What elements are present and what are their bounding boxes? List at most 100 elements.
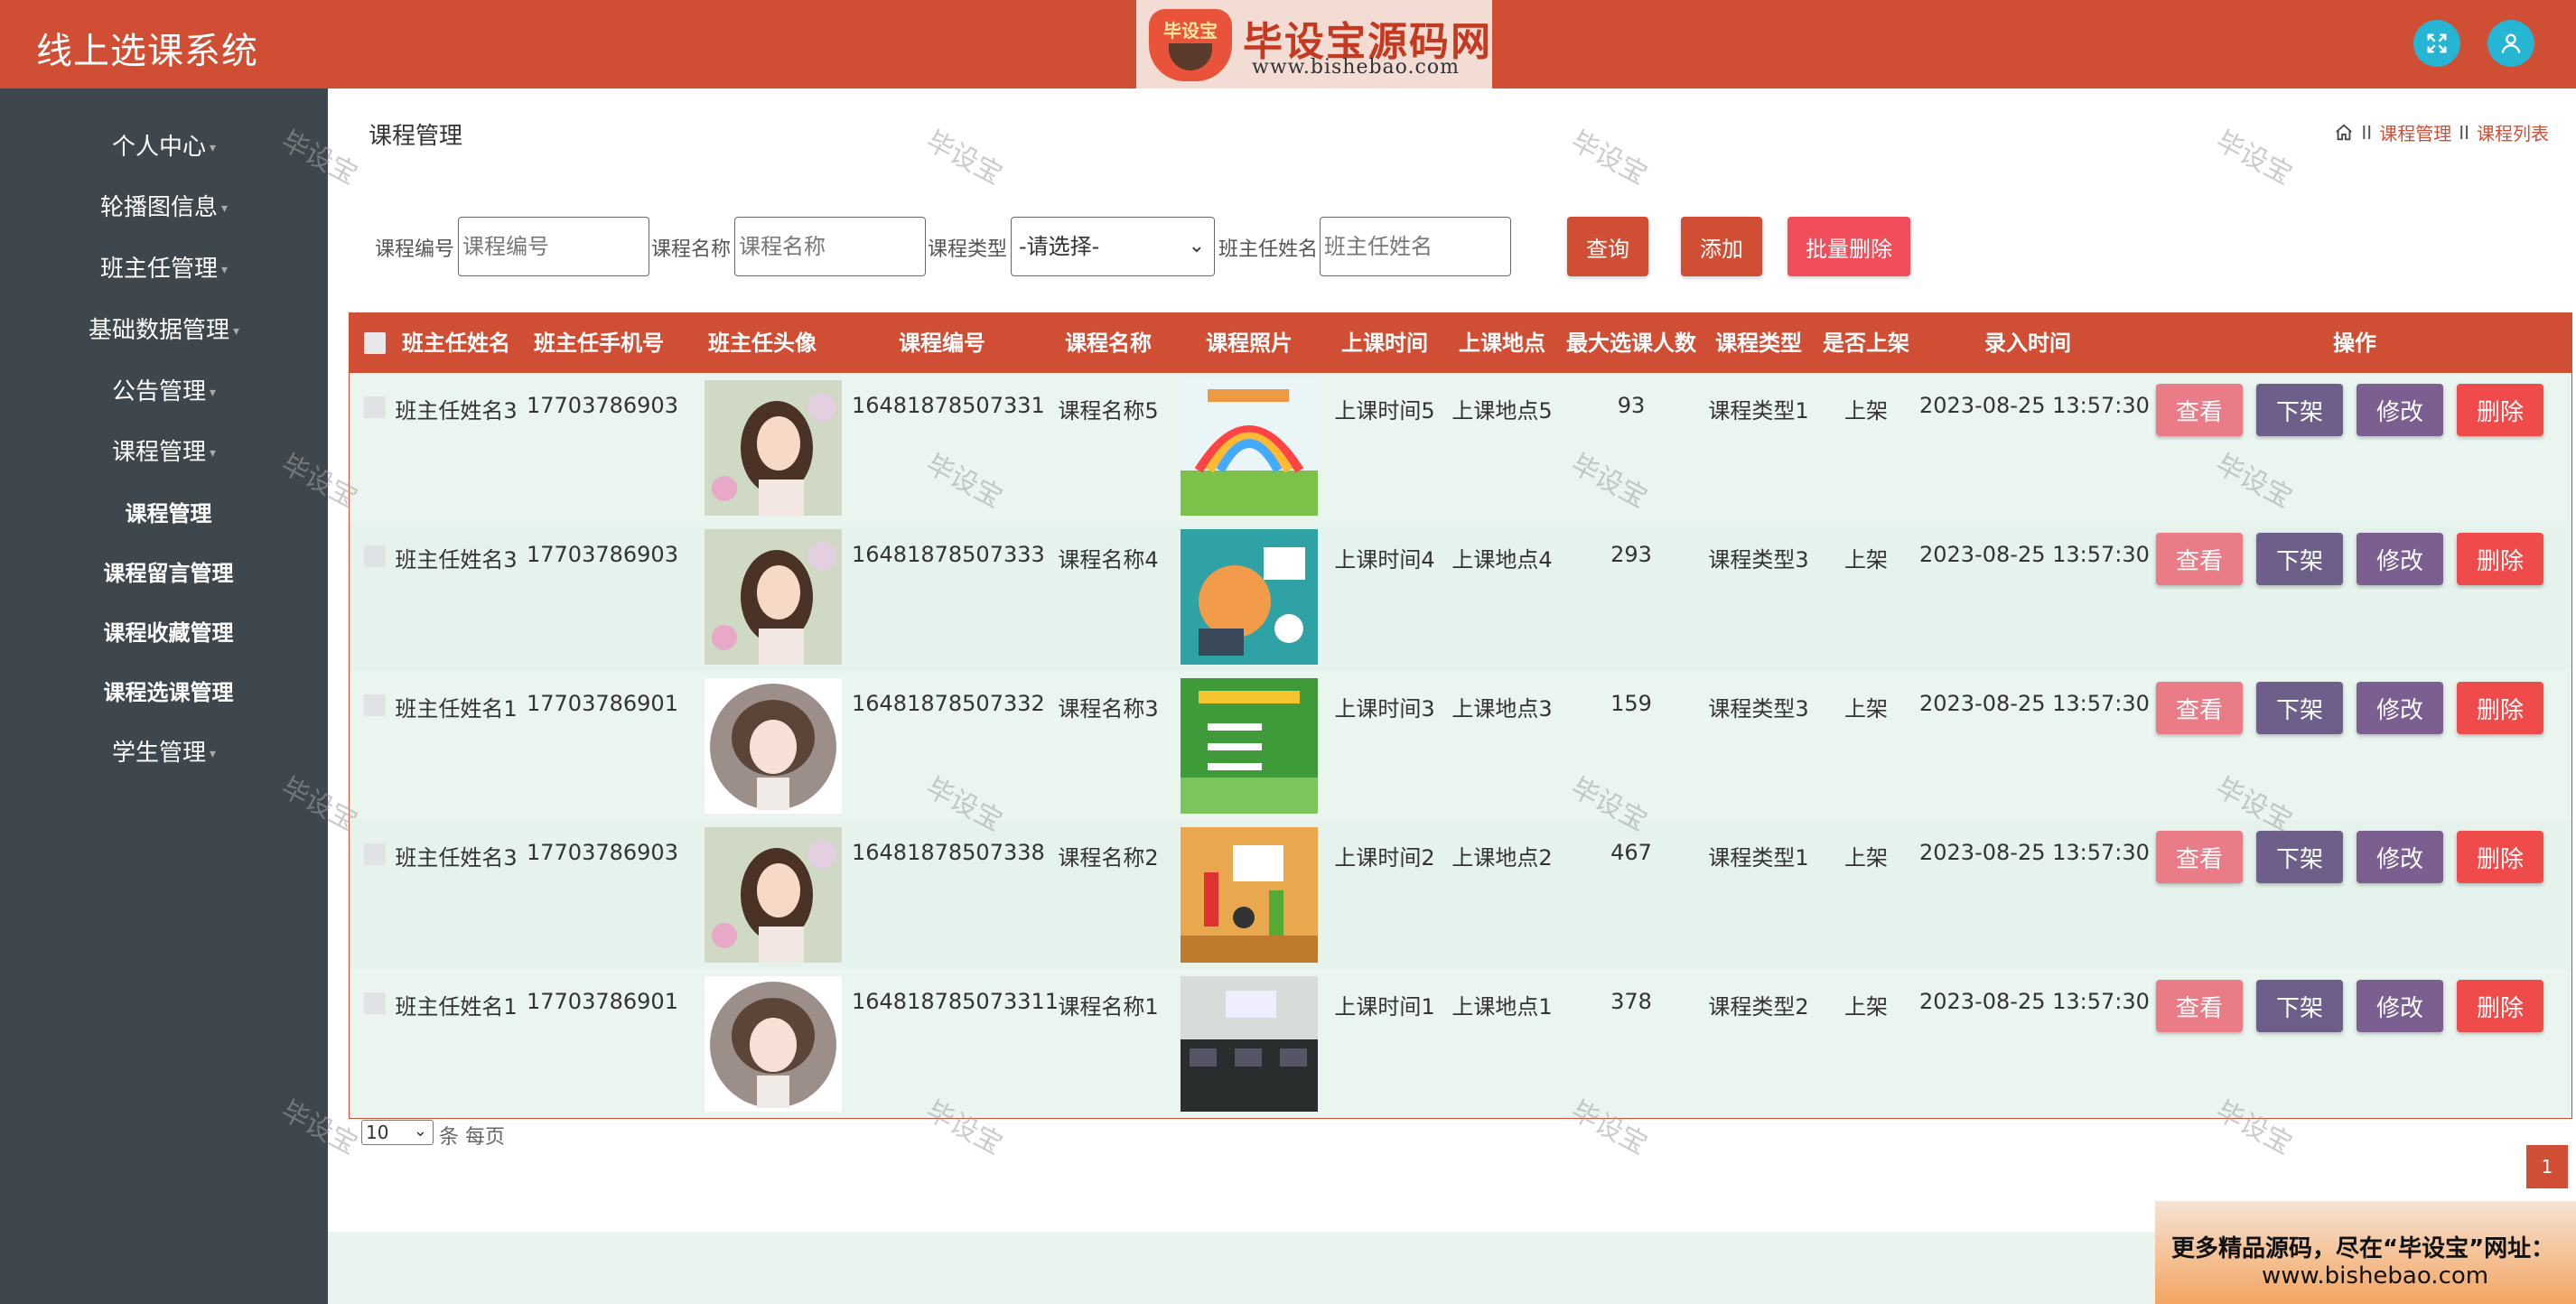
sidebar-item-personal-center[interactable]: 个人中心 ▾: [0, 125, 328, 170]
off-shelf-button[interactable]: 下架: [2256, 980, 2343, 1032]
course-type-select[interactable]: -请选择- ⌄: [1011, 217, 1215, 276]
teacher-avatar-image: [705, 976, 842, 1112]
chevron-down-icon: ⌄: [413, 1122, 427, 1141]
delete-button[interactable]: 删除: [2457, 533, 2543, 585]
edit-button[interactable]: 修改: [2357, 533, 2443, 585]
cell-class-place: 上课地点4: [1451, 547, 1553, 573]
cell-course-type: 课程类型3: [1708, 547, 1809, 573]
col-course-type: 课程类型: [1715, 331, 1802, 356]
course-photo-image: [1181, 529, 1318, 665]
col-teacher-avatar: 班主任头像: [708, 331, 817, 356]
table-row: 班主任姓名1 17703786901 16481878507332 课程名称3 上课时间…: [350, 671, 2571, 820]
cell-max-students: 93: [1617, 393, 1646, 418]
sidebar-item-basic-data[interactable]: 基础数据管理 ▾: [0, 308, 328, 353]
cell-created-time: 2023-08-25 13:57:30: [1919, 840, 2150, 865]
view-button[interactable]: 查看: [2156, 682, 2243, 734]
sidebar-item-notice[interactable]: 公告管理 ▾: [0, 369, 328, 414]
breadcrumb-course-manage[interactable]: 课程管理: [2379, 119, 2451, 145]
select-all-checkbox[interactable]: [364, 332, 386, 354]
home-icon[interactable]: [2334, 123, 2354, 143]
row-checkbox[interactable]: [364, 396, 386, 418]
user-profile-button[interactable]: [2487, 20, 2534, 67]
page-number-button[interactable]: 1: [2526, 1145, 2568, 1188]
page-title: 课程管理: [369, 123, 463, 150]
view-button[interactable]: 查看: [2156, 384, 2243, 436]
chevron-down-icon: ▾: [209, 445, 217, 461]
course-photo-image: [1181, 976, 1318, 1112]
col-teacher-phone: 班主任手机号: [534, 331, 664, 356]
cell-course-name: 课程名称5: [1058, 398, 1159, 424]
sidebar-subitem-course-comment[interactable]: 课程留言管理: [0, 551, 328, 596]
cell-created-time: 2023-08-25 13:57:30: [1919, 691, 2150, 716]
logo-badge-face: [1169, 43, 1212, 70]
logo-badge: 毕设宝: [1149, 9, 1232, 81]
course-table: 班主任姓名 班主任手机号 班主任头像 课程编号 课程名称 课程照片 上课时间 上…: [349, 312, 2572, 1119]
col-course-photo: 课程照片: [1206, 331, 1293, 356]
sidebar-item-carousel[interactable]: 轮播图信息 ▾: [0, 185, 328, 230]
table-row: 班主任姓名3 17703786903 16481878507333 课程名称4 上课时间…: [350, 522, 2571, 671]
course-name-label: 课程名称: [651, 238, 732, 261]
cell-on-shelf: 上架: [1844, 845, 1888, 871]
top-bar: 线上选课系统 毕设宝 毕设宝源码网 www.bishebao.com: [0, 0, 2576, 88]
off-shelf-button[interactable]: 下架: [2256, 533, 2343, 585]
cell-class-place: 上课地点3: [1451, 696, 1553, 722]
off-shelf-button[interactable]: 下架: [2256, 682, 2343, 734]
table-header: 班主任姓名 班主任手机号 班主任头像 课程编号 课程名称 课程照片 上课时间 上…: [350, 313, 2571, 373]
chevron-down-icon: ▾: [209, 140, 217, 155]
delete-button[interactable]: 删除: [2457, 384, 2543, 436]
cell-class-time: 上课时间2: [1334, 845, 1435, 871]
add-button[interactable]: 添加: [1681, 217, 1762, 276]
delete-button[interactable]: 删除: [2457, 682, 2543, 734]
sidebar-item-course[interactable]: 课程管理 ▾: [0, 430, 328, 475]
cell-course-no: 16481878507333: [852, 542, 1045, 567]
cell-class-place: 上课地点5: [1451, 398, 1553, 424]
col-course-name: 课程名称: [1065, 331, 1152, 356]
page-size-select[interactable]: 10 ⌄: [361, 1120, 434, 1145]
delete-button[interactable]: 删除: [2457, 831, 2543, 883]
breadcrumb-course-list[interactable]: 课程列表: [2477, 119, 2549, 145]
course-photo-image: [1181, 678, 1318, 814]
teacher-name-label: 班主任姓名: [1218, 238, 1319, 261]
teacher-name-input[interactable]: [1320, 217, 1511, 276]
sidebar-subitem-course-favorite[interactable]: 课程收藏管理: [0, 610, 328, 656]
cell-course-no: 16481878507332: [852, 691, 1045, 716]
view-button[interactable]: 查看: [2156, 533, 2243, 585]
delete-button[interactable]: 删除: [2457, 980, 2543, 1032]
off-shelf-button[interactable]: 下架: [2256, 384, 2343, 436]
row-checkbox[interactable]: [364, 843, 386, 865]
query-button[interactable]: 查询: [1567, 217, 1648, 276]
cell-on-shelf: 上架: [1844, 547, 1888, 573]
row-checkbox[interactable]: [364, 694, 386, 716]
breadcrumb-separator: II: [2361, 121, 2373, 144]
cell-created-time: 2023-08-25 13:57:30: [1919, 542, 2150, 567]
row-checkbox[interactable]: [364, 545, 386, 567]
cell-course-type: 课程类型2: [1708, 994, 1809, 1020]
off-shelf-button[interactable]: 下架: [2256, 831, 2343, 883]
course-type-selected: -请选择-: [1019, 234, 1100, 259]
teacher-avatar-image: [705, 380, 842, 516]
edit-button[interactable]: 修改: [2357, 384, 2443, 436]
cell-created-time: 2023-08-25 13:57:30: [1919, 393, 2150, 418]
teacher-avatar-image: [705, 678, 842, 814]
view-button[interactable]: 查看: [2156, 831, 2243, 883]
sidebar-subitem-course-manage[interactable]: 课程管理: [0, 491, 328, 536]
course-no-input[interactable]: [458, 217, 649, 276]
edit-button[interactable]: 修改: [2357, 831, 2443, 883]
view-button[interactable]: 查看: [2156, 980, 2243, 1032]
course-no-label: 课程编号: [375, 238, 455, 261]
edit-button[interactable]: 修改: [2357, 682, 2443, 734]
fullscreen-button[interactable]: [2413, 20, 2460, 67]
course-name-input[interactable]: [734, 217, 926, 276]
sidebar-item-teacher[interactable]: 班主任管理 ▾: [0, 247, 328, 292]
cell-max-students: 467: [1610, 840, 1652, 865]
sidebar-item-student[interactable]: 学生管理 ▾: [0, 731, 328, 776]
promo-text: 更多精品源码，尽在“毕设宝”网址：: [2171, 1235, 2555, 1262]
cell-on-shelf: 上架: [1844, 696, 1888, 722]
sidebar-subitem-course-selection[interactable]: 课程选课管理: [0, 670, 328, 715]
cell-class-time: 上课时间5: [1334, 398, 1435, 424]
cell-teacher-name: 班主任姓名3: [395, 845, 518, 871]
batch-delete-button[interactable]: 批量删除: [1787, 217, 1910, 276]
edit-button[interactable]: 修改: [2357, 980, 2443, 1032]
teacher-avatar-image: [705, 529, 842, 665]
row-checkbox[interactable]: [364, 992, 386, 1014]
